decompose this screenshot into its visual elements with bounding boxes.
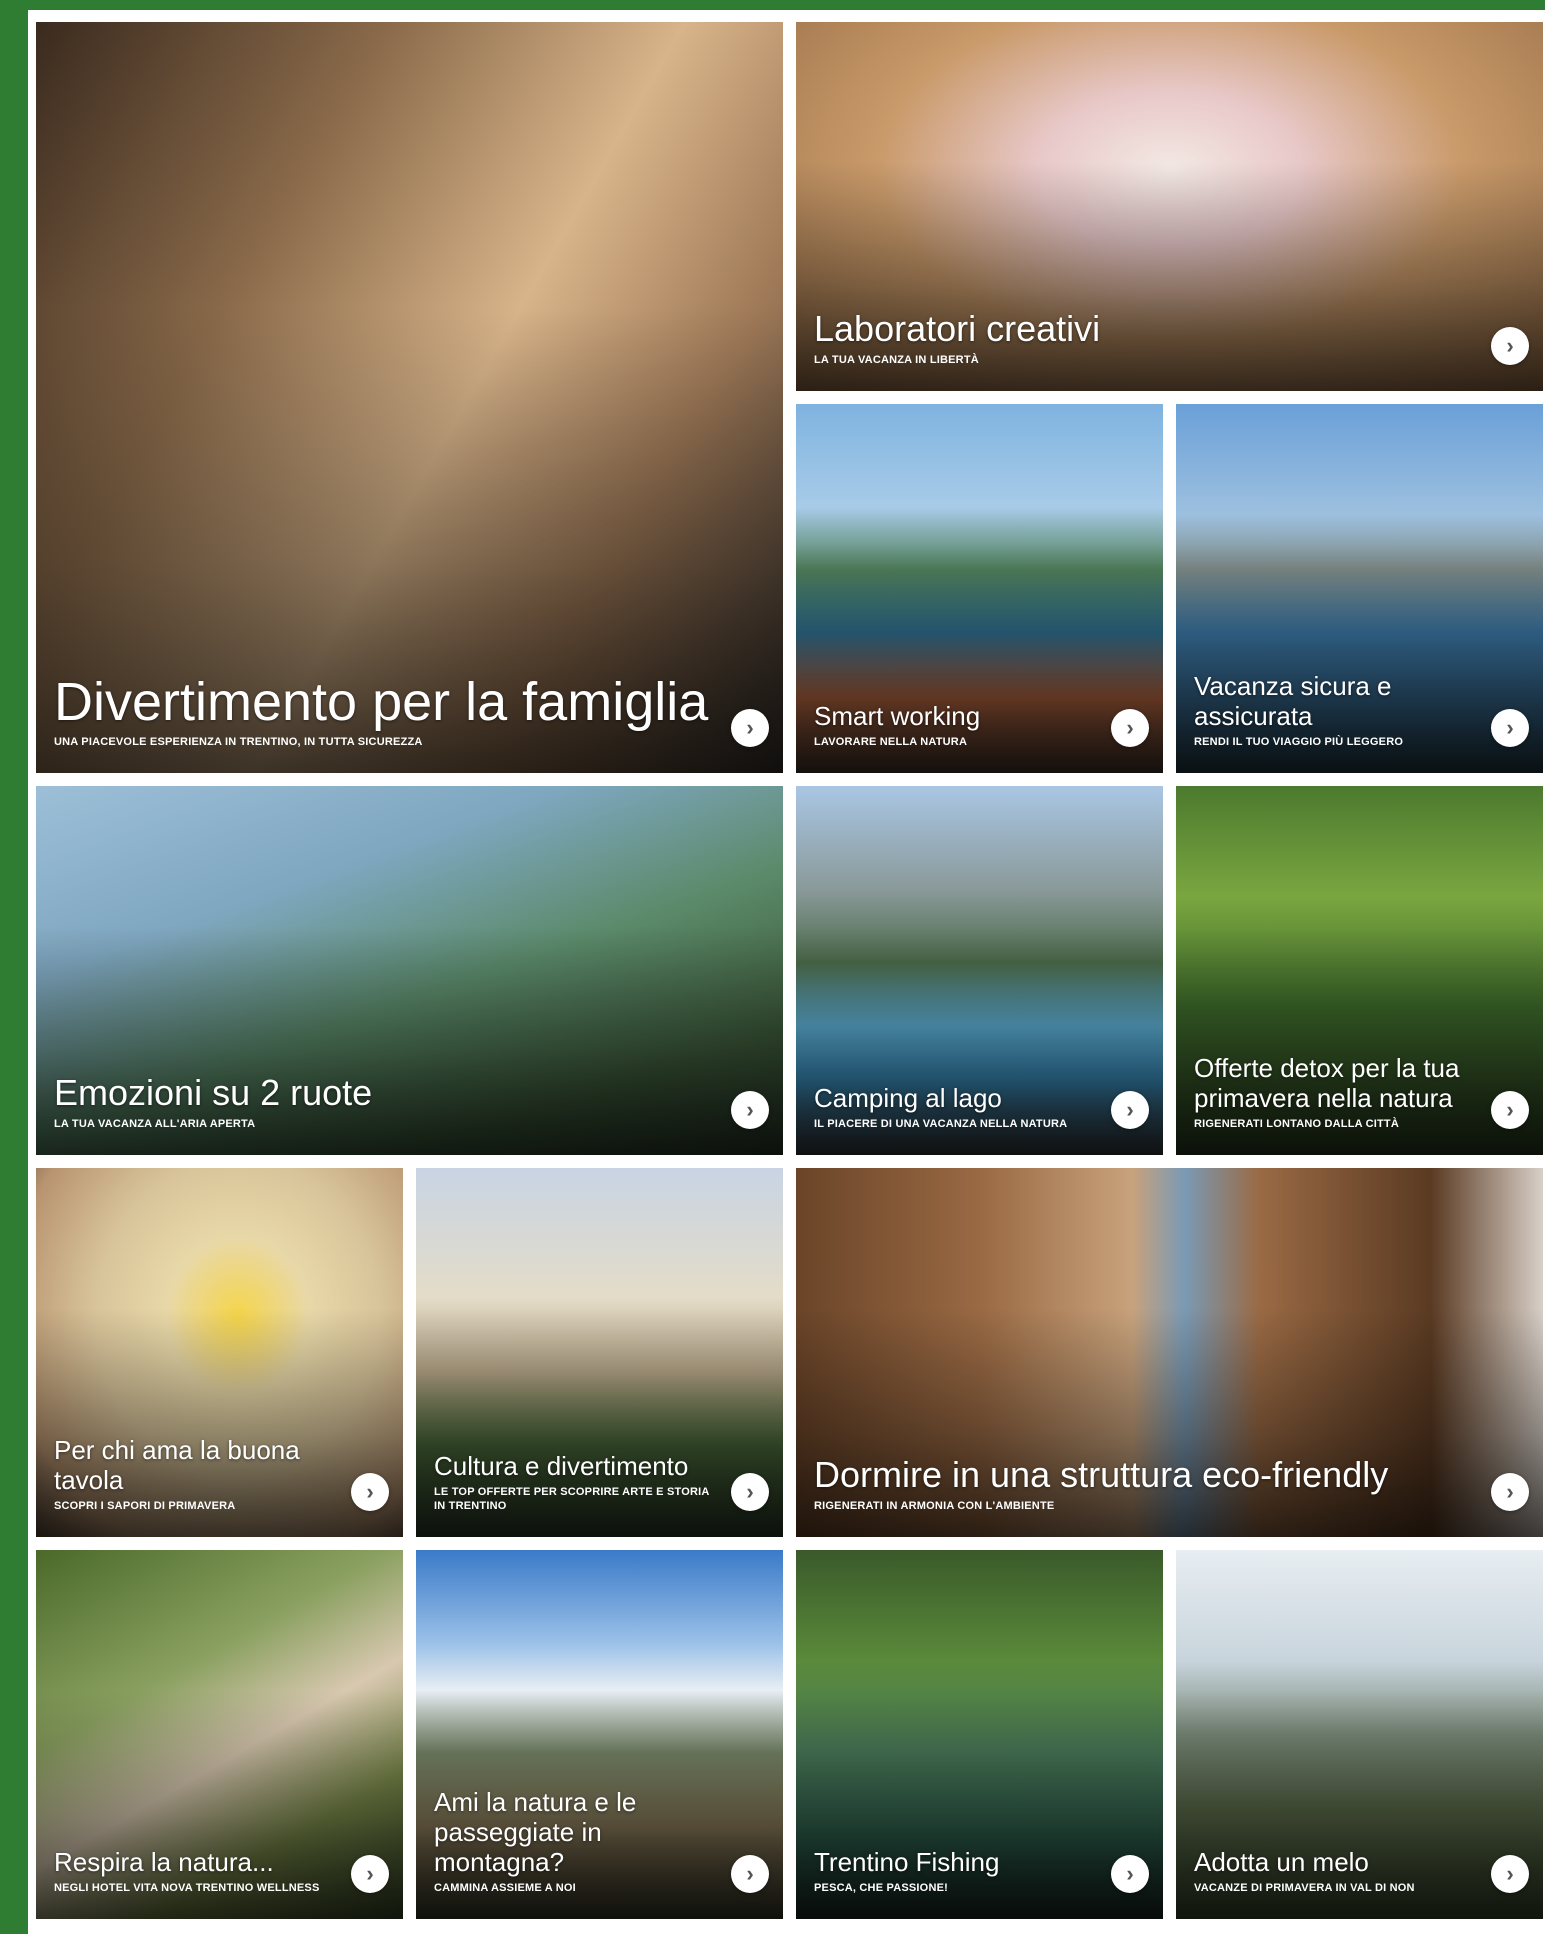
tile-subtitle: LE TOP OFFERTE PER SCOPRIRE ARTE E STORI… bbox=[434, 1486, 710, 1512]
tile-eco-friendly[interactable]: Dormire in una struttura eco-friendly RI… bbox=[796, 1168, 1543, 1537]
tile-subtitle: CAMMINA ASSIEME A NOI bbox=[434, 1882, 576, 1894]
tile-camping-lago[interactable]: Camping al lago IL PIACERE DI UNA VACANZ… bbox=[796, 786, 1163, 1155]
tile-subtitle: LA TUA VACANZA IN LIBERTÀ bbox=[814, 354, 979, 366]
tile-title[interactable]: Camping al lago bbox=[814, 1083, 1093, 1113]
tile-caption: Per chi ama la buona tavola SCOPRI I SAP… bbox=[54, 1435, 333, 1513]
tile-subtitle: RIGENERATI LONTANO DALLA CITTÀ bbox=[1194, 1118, 1399, 1130]
tile-caption: Adotta un melo VACANZE DI PRIMAVERA IN V… bbox=[1194, 1847, 1473, 1895]
tile-caption: Trentino Fishing PESCA, CHE PASSIONE! bbox=[814, 1847, 1093, 1895]
tile-subtitle: SCOPRI I SAPORI DI PRIMAVERA bbox=[54, 1500, 236, 1512]
tile-title[interactable]: Respira la natura... bbox=[54, 1847, 333, 1877]
chevron-right-icon[interactable]: › bbox=[351, 1473, 389, 1511]
tile-title[interactable]: Per chi ama la buona tavola bbox=[54, 1435, 333, 1495]
chevron-right-icon[interactable]: › bbox=[1491, 327, 1529, 365]
chevron-right-icon[interactable]: › bbox=[731, 1091, 769, 1129]
tile-title[interactable]: Dormire in una struttura eco-friendly bbox=[814, 1455, 1473, 1495]
tile-subtitle: PESCA, CHE PASSIONE! bbox=[814, 1882, 948, 1894]
tile-subtitle: LAVORARE NELLA NATURA bbox=[814, 736, 968, 748]
tile-adotta-melo[interactable]: Adotta un melo VACANZE DI PRIMAVERA IN V… bbox=[1176, 1550, 1543, 1919]
tile-caption: Camping al lago IL PIACERE DI UNA VACANZ… bbox=[814, 1083, 1093, 1131]
tile-caption: Ami la natura e le passeggiate in montag… bbox=[434, 1787, 713, 1895]
tile-subtitle: NEGLI HOTEL VITA NOVA TRENTINO WELLNESS bbox=[54, 1882, 320, 1894]
chevron-right-icon[interactable]: › bbox=[1111, 1091, 1149, 1129]
chevron-right-icon[interactable]: › bbox=[1491, 1091, 1529, 1129]
tile-vacanza-sicura[interactable]: Vacanza sicura e assicurata RENDI IL TUO… bbox=[1176, 404, 1543, 773]
tile-subtitle: RIGENERATI IN ARMONIA CON L'AMBIENTE bbox=[814, 1500, 1055, 1512]
chevron-right-icon[interactable]: › bbox=[731, 709, 769, 747]
tile-title[interactable]: Offerte detox per la tua primavera nella… bbox=[1194, 1053, 1473, 1113]
tile-subtitle: VACANZE DI PRIMAVERA IN VAL DI NON bbox=[1194, 1882, 1415, 1894]
tile-emozioni-2-ruote[interactable]: Emozioni su 2 ruote LA TUA VACANZA ALL'A… bbox=[36, 786, 783, 1155]
tile-title[interactable]: Laboratori creativi bbox=[814, 309, 1473, 349]
tile-caption: Emozioni su 2 ruote LA TUA VACANZA ALL'A… bbox=[54, 1073, 713, 1131]
tile-title[interactable]: Ami la natura e le passeggiate in montag… bbox=[434, 1787, 713, 1877]
chevron-right-icon[interactable]: › bbox=[1111, 1855, 1149, 1893]
tile-caption: Smart working LAVORARE NELLA NATURA bbox=[814, 701, 1093, 749]
offers-grid: Divertimento per la famiglia UNA PIACEVO… bbox=[36, 22, 1545, 1934]
tile-subtitle: LA TUA VACANZA ALL'ARIA APERTA bbox=[54, 1118, 256, 1130]
chevron-right-icon[interactable]: › bbox=[1491, 1855, 1529, 1893]
tile-passeggiate-montagna[interactable]: Ami la natura e le passeggiate in montag… bbox=[416, 1550, 783, 1919]
tile-title[interactable]: Divertimento per la famiglia bbox=[54, 673, 713, 731]
tile-offerte-detox[interactable]: Offerte detox per la tua primavera nella… bbox=[1176, 786, 1543, 1155]
tile-respira-natura[interactable]: Respira la natura... NEGLI HOTEL VITA NO… bbox=[36, 1550, 403, 1919]
tile-caption: Divertimento per la famiglia UNA PIACEVO… bbox=[54, 673, 713, 749]
tile-subtitle: RENDI IL TUO VIAGGIO PIÙ LEGGERO bbox=[1194, 736, 1404, 748]
tile-smart-working[interactable]: Smart working LAVORARE NELLA NATURA › bbox=[796, 404, 1163, 773]
tile-buona-tavola[interactable]: Per chi ama la buona tavola SCOPRI I SAP… bbox=[36, 1168, 403, 1537]
chevron-right-icon[interactable]: › bbox=[351, 1855, 389, 1893]
tile-divertimento-famiglia[interactable]: Divertimento per la famiglia UNA PIACEVO… bbox=[36, 22, 783, 773]
tile-cultura-divertimento[interactable]: Cultura e divertimento LE TOP OFFERTE PE… bbox=[416, 1168, 783, 1537]
tile-trentino-fishing[interactable]: Trentino Fishing PESCA, CHE PASSIONE! › bbox=[796, 1550, 1163, 1919]
tile-title[interactable]: Trentino Fishing bbox=[814, 1847, 1093, 1877]
tile-title[interactable]: Emozioni su 2 ruote bbox=[54, 1073, 713, 1113]
tile-title[interactable]: Smart working bbox=[814, 701, 1093, 731]
tile-caption: Cultura e divertimento LE TOP OFFERTE PE… bbox=[434, 1451, 713, 1513]
tile-title[interactable]: Adotta un melo bbox=[1194, 1847, 1473, 1877]
chevron-right-icon[interactable]: › bbox=[1491, 1473, 1529, 1511]
tile-caption: Vacanza sicura e assicurata RENDI IL TUO… bbox=[1194, 671, 1473, 749]
tile-title[interactable]: Cultura e divertimento bbox=[434, 1451, 713, 1481]
tile-laboratori-creativi[interactable]: Laboratori creativi LA TUA VACANZA IN LI… bbox=[796, 22, 1543, 391]
tile-caption: Dormire in una struttura eco-friendly RI… bbox=[814, 1455, 1473, 1513]
chevron-right-icon[interactable]: › bbox=[731, 1473, 769, 1511]
tile-subtitle: IL PIACERE DI UNA VACANZA NELLA NATURA bbox=[814, 1118, 1068, 1130]
chevron-right-icon[interactable]: › bbox=[731, 1855, 769, 1893]
tile-title[interactable]: Vacanza sicura e assicurata bbox=[1194, 671, 1473, 731]
tile-caption: Laboratori creativi LA TUA VACANZA IN LI… bbox=[814, 309, 1473, 367]
chevron-right-icon[interactable]: › bbox=[1111, 709, 1149, 747]
tile-subtitle: UNA PIACEVOLE ESPERIENZA IN TRENTINO, IN… bbox=[54, 736, 423, 748]
tile-caption: Offerte detox per la tua primavera nella… bbox=[1194, 1053, 1473, 1131]
chevron-right-icon[interactable]: › bbox=[1491, 709, 1529, 747]
tile-caption: Respira la natura... NEGLI HOTEL VITA NO… bbox=[54, 1847, 333, 1895]
